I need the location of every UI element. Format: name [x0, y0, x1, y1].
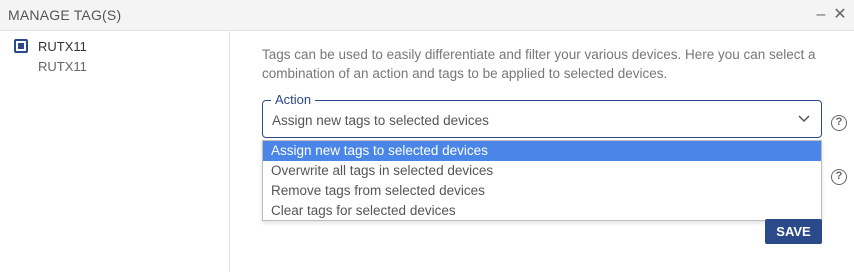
action-label: Action [271, 92, 316, 108]
chevron-down-icon[interactable] [797, 111, 811, 125]
action-option[interactable]: Remove tags from selected devices [263, 181, 821, 201]
action-dropdown-menu: Assign new tags to selected devices Over… [262, 140, 822, 221]
save-button[interactable]: SAVE [765, 219, 822, 244]
device-name: RUTX11 [38, 39, 87, 54]
minimize-icon[interactable]: – [812, 5, 830, 25]
manage-tags-dialog: MANAGE TAG(S) – ✕ RUTX11 RUTX11 Tags can… [0, 0, 854, 272]
action-option[interactable]: Assign new tags to selected devices [263, 141, 821, 161]
close-icon[interactable]: ✕ [831, 5, 849, 25]
dialog-title: MANAGE TAG(S) [8, 7, 122, 23]
action-select[interactable]: Action Assign new tags to selected devic… [262, 92, 822, 138]
description-text: Tags can be used to easily differentiate… [262, 47, 816, 81]
checkbox-checked-mark [18, 43, 24, 49]
dialog-titlebar: MANAGE TAG(S) – ✕ [0, 0, 854, 31]
device-list-panel: RUTX11 RUTX11 [0, 31, 230, 272]
action-option[interactable]: Overwrite all tags in selected devices [263, 161, 821, 181]
device-model: RUTX11 [38, 59, 87, 74]
action-option[interactable]: Clear tags for selected devices [263, 201, 821, 221]
action-help-icon[interactable]: ? [831, 115, 847, 131]
tags-help-icon[interactable]: ? [831, 169, 847, 185]
action-select-value: Assign new tags to selected devices [272, 113, 489, 128]
device-checkbox[interactable] [14, 39, 28, 53]
